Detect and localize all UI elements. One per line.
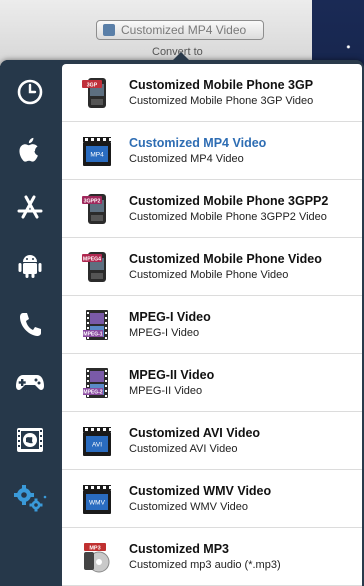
format-text: Customized MP4 Video Customized MP4 Video xyxy=(129,136,266,165)
svg-text:WMV: WMV xyxy=(89,499,106,506)
apple-icon xyxy=(19,137,38,162)
format-title: Customized WMV Video xyxy=(129,484,272,498)
format-subtitle: Customized WMV Video xyxy=(129,501,249,513)
popover-arrow xyxy=(172,52,190,61)
svg-text:MPEG4: MPEG4 xyxy=(83,256,101,262)
format-subtitle: Customized Mobile Phone 3GPP2 Video xyxy=(129,211,327,223)
phone-3gp-icon: 3GP xyxy=(80,76,114,110)
sidebar-item-recent[interactable] xyxy=(12,74,48,110)
format-title: Customized Mobile Phone Video xyxy=(129,252,322,266)
film-mpeg2-icon: MPEG-2 xyxy=(80,366,114,400)
format-subtitle: MPEG-II Video xyxy=(129,385,203,397)
sidebar-item-film[interactable] xyxy=(12,422,48,458)
format-subtitle: Customized AVI Video xyxy=(129,443,238,455)
format-item[interactable]: MPEG4 Customized Mobile Phone Video Custom… xyxy=(62,238,362,296)
format-title: Customized AVI Video xyxy=(129,426,261,440)
format-text: Customized AVI Video Customized AVI Video xyxy=(129,426,260,455)
format-item[interactable]: AVI Customized AVI Video Customized AVI Vi… xyxy=(62,412,362,470)
output-format-select[interactable]: Customized MP4 Video xyxy=(96,20,264,40)
format-item[interactable]: 3GP Customized Mobile Phone 3GP Customized… xyxy=(62,64,362,122)
sidebar-item-game[interactable] xyxy=(12,364,48,400)
format-text: MPEG-I Video MPEG-I Video xyxy=(129,310,211,339)
format-subtitle: Customized Mobile Phone Video xyxy=(129,269,289,281)
sidebar-item-custom[interactable] xyxy=(12,480,48,516)
mp3-audio-icon: MP3 xyxy=(80,540,114,574)
format-subtitle: MPEG-I Video xyxy=(129,327,200,339)
svg-text:AVI: AVI xyxy=(92,441,102,448)
format-text: Customized WMV Video Customized WMV Video xyxy=(129,484,271,513)
format-text: Customized Mobile Phone 3GP Customized Mo… xyxy=(129,78,313,107)
gamepad-icon xyxy=(16,375,44,390)
sidebar-item-android[interactable] xyxy=(12,248,48,284)
format-item[interactable]: MP4 Customized MP4 Video Customized MP4 Vi… xyxy=(62,122,362,180)
format-text: MPEG-II Video MPEG-II Video xyxy=(129,368,214,397)
format-item[interactable]: WMV Customized WMV Video Customized WMV Vi… xyxy=(62,470,362,528)
format-item[interactable]: MP3 Customized MP3 Customized mp3 audio (*… xyxy=(62,528,362,586)
format-subtitle: Customized mp3 audio (*.mp3) xyxy=(129,559,281,571)
svg-text:MP4: MP4 xyxy=(90,151,104,158)
film-mpeg1-icon: MPEG-1 xyxy=(80,308,114,342)
format-title: Customized MP3 xyxy=(129,542,230,556)
clock-icon xyxy=(17,79,43,105)
format-title: Customized Mobile Phone 3GPP2 xyxy=(129,194,329,208)
phone-3gpp2-icon: 3GPP2 xyxy=(80,192,114,226)
format-title: Customized Mobile Phone 3GP xyxy=(129,78,314,92)
svg-text:MPEG-2: MPEG-2 xyxy=(83,389,102,395)
sidebar-item-phone[interactable] xyxy=(12,306,48,342)
format-subtitle: Customized Mobile Phone 3GP Video xyxy=(129,95,314,107)
format-item[interactable]: MPEG-1 MPEG-I Video MPEG-I Video xyxy=(62,296,362,354)
format-text: Customized MP3 Customized mp3 audio (*.mp… xyxy=(129,542,281,571)
phone-mpeg4-icon: MPEG4 xyxy=(80,250,114,284)
clapper-wmv-icon: WMV xyxy=(80,482,114,516)
format-subtitle: Customized MP4 Video xyxy=(129,153,244,165)
format-item[interactable]: 3GPP2 Customized Mobile Phone 3GPP2 Custom… xyxy=(62,180,362,238)
svg-text:3GP: 3GP xyxy=(87,82,98,88)
gears-icon xyxy=(14,485,47,512)
format-text: Customized Mobile Phone Video Customized … xyxy=(129,252,322,281)
clapper-mp4-icon: MP4 xyxy=(80,134,114,168)
format-title: MPEG-I Video xyxy=(129,310,211,324)
app-store-icon xyxy=(17,195,43,219)
svg-text:MP3: MP3 xyxy=(89,545,100,551)
film-globe-icon xyxy=(17,428,43,452)
android-icon xyxy=(18,255,42,278)
svg-text:MPEG-1: MPEG-1 xyxy=(83,331,102,337)
format-item[interactable]: MPEG-2 MPEG-II Video MPEG-II Video xyxy=(62,354,362,412)
format-title: Customized MP4 Video xyxy=(129,136,267,150)
format-title: MPEG-II Video xyxy=(129,368,215,382)
sidebar-item-app-store[interactable] xyxy=(12,190,48,226)
sidebar-item-apple[interactable] xyxy=(12,132,48,168)
format-list: 3GP Customized Mobile Phone 3GP Customized… xyxy=(62,64,362,586)
format-text: Customized Mobile Phone 3GPP2 Customized … xyxy=(129,194,328,223)
output-format-value: Customized MP4 Video xyxy=(121,23,247,37)
svg-text:3GPP2: 3GPP2 xyxy=(84,198,101,204)
clapper-avi-icon: AVI xyxy=(80,424,114,458)
category-sidebar xyxy=(0,60,60,586)
format-popover: 3GP Customized Mobile Phone 3GP Customized… xyxy=(0,52,364,586)
format-thumb-icon xyxy=(103,24,115,36)
phone-icon xyxy=(20,313,41,336)
